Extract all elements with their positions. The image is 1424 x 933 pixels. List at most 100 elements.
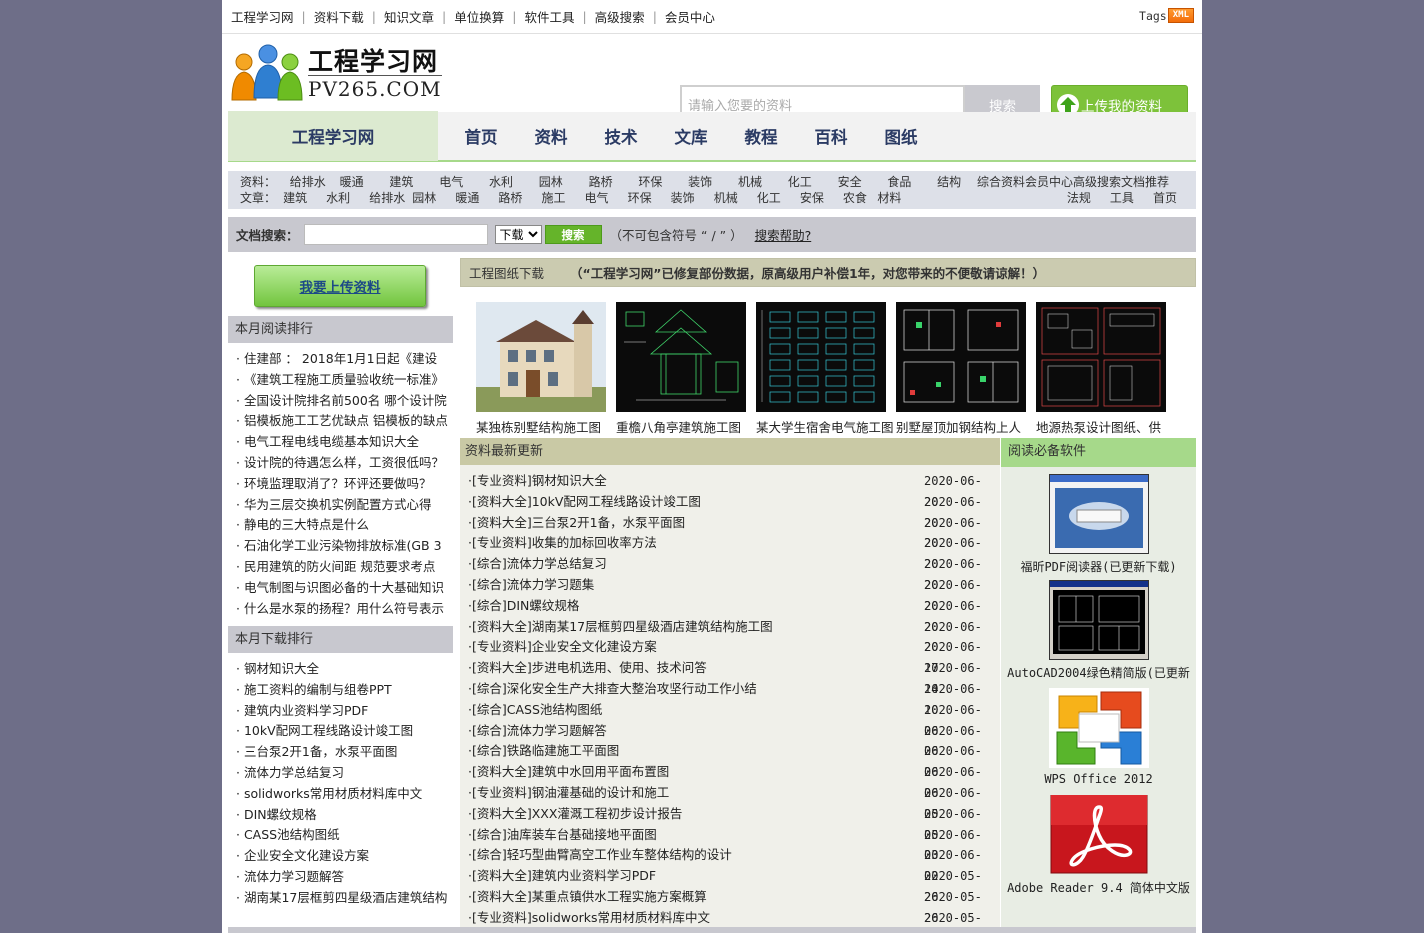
monthly-read-item-link[interactable]: 全国设计院排名前500名 哪个设计院 bbox=[244, 393, 447, 408]
latest-update-row[interactable]: ·[专业资料]企业安全文化建设方案 2020-06-17 bbox=[468, 637, 1000, 675]
pavilion-drawing-image[interactable] bbox=[616, 302, 746, 412]
latest-update-row[interactable]: ·[资料大全]步进电机选用、使用、技术问答 2020-06-14 bbox=[468, 658, 1000, 696]
nav-library[interactable]: 文库 bbox=[664, 124, 718, 148]
category-materials-link[interactable]: 园林 bbox=[539, 174, 589, 190]
category-articles-link[interactable]: 化工 bbox=[757, 190, 800, 206]
search-help-link[interactable]: 搜索帮助? bbox=[755, 225, 812, 244]
autocad-screenshot-icon[interactable] bbox=[1048, 580, 1149, 660]
monthly-download-item[interactable]: · solidworks常用材质材料库中文 bbox=[236, 784, 448, 805]
people-logo-icon[interactable] bbox=[230, 40, 306, 104]
latest-update-row[interactable]: ·[综合]铁路临建施工平面图 2020-06-06 bbox=[468, 741, 1000, 779]
latest-update-title[interactable]: ·[资料大全]10kV配网工程线路设计竣工图 bbox=[468, 492, 924, 513]
latest-update-title[interactable]: ·[综合]流体力学总结复习 bbox=[468, 554, 924, 575]
software-item-foxit[interactable]: 福昕PDF阅读器(已更新下载) bbox=[1001, 474, 1196, 575]
category-articles-link[interactable]: 电气 bbox=[585, 190, 628, 206]
thumbnail-caption[interactable]: 地源热泵设计图纸、供 bbox=[1036, 417, 1174, 436]
software-label[interactable]: Adobe Reader 9.4 简体中文版 bbox=[1001, 879, 1196, 896]
thumbnail-item[interactable]: 重檐八角亭建筑施工图 bbox=[616, 302, 756, 436]
latest-update-title[interactable]: ·[综合]油库装车台基础接地平面图 bbox=[468, 825, 924, 846]
monthly-download-item-link[interactable]: 建筑内业资料学习PDF bbox=[244, 703, 368, 718]
category-materials-link[interactable]: 环保 bbox=[638, 174, 688, 190]
latest-update-row[interactable]: ·[综合]油库装车台基础接地平面图 2020-06-03 bbox=[468, 825, 1000, 863]
category-materials-link[interactable]: 安全 bbox=[838, 174, 888, 190]
villa-roof-steel-drawing-image[interactable] bbox=[896, 302, 1026, 412]
monthly-read-item[interactable]: · 全国设计院排名前500名 哪个设计院 bbox=[236, 391, 448, 412]
site-title[interactable]: 工程学习网 bbox=[308, 42, 438, 78]
monthly-download-item-link[interactable]: 10kV配网工程线路设计竣工图 bbox=[244, 723, 413, 738]
category-articles-link[interactable]: 园林 bbox=[412, 190, 455, 206]
category-articles-link[interactable]: 材料 bbox=[877, 190, 1066, 206]
thumbnail-item[interactable]: 别墅屋顶加钢结构上人 bbox=[896, 302, 1036, 436]
monthly-read-item[interactable]: · 环境监理取消了？环评还要做吗？ bbox=[236, 474, 448, 495]
software-label[interactable]: WPS Office 2012 bbox=[1001, 772, 1196, 786]
monthly-download-item-link[interactable]: 流体力学习题解答 bbox=[244, 869, 344, 884]
software-item-wps[interactable]: WPS Office 2012 bbox=[1001, 688, 1196, 786]
doc-search-button[interactable]: 搜索 bbox=[544, 225, 602, 244]
category-materials-link[interactable]: 路桥 bbox=[589, 174, 639, 190]
monthly-download-item[interactable]: · 流体力学习题解答 bbox=[236, 867, 448, 888]
latest-update-row[interactable]: ·[专业资料]钢材知识大全 2020-06-20 bbox=[468, 471, 1000, 509]
monthly-download-item[interactable]: · 流体力学总结复习 bbox=[236, 763, 448, 784]
latest-update-row[interactable]: ·[综合]DIN螺纹规格 2020-06-20 bbox=[468, 596, 1000, 634]
monthly-read-item[interactable]: · 静电的三大特点是什么 bbox=[236, 515, 448, 536]
wps-office-icon[interactable] bbox=[1048, 688, 1149, 768]
latest-update-title[interactable]: ·[综合]DIN螺纹规格 bbox=[468, 596, 924, 617]
nav-drawings[interactable]: 图纸 bbox=[874, 124, 928, 148]
thumbnail-caption[interactable]: 某独栋别墅结构施工图 bbox=[476, 417, 614, 436]
thumbnail-item[interactable]: 某大学生宿舍电气施工图 bbox=[756, 302, 896, 436]
top-link-member[interactable]: 会员中心 bbox=[665, 7, 715, 26]
latest-update-title[interactable]: ·[资料大全]建筑内业资料学习PDF bbox=[468, 866, 924, 887]
top-link-articles[interactable]: 知识文章 bbox=[384, 7, 434, 26]
main-nav-site[interactable]: 工程学习网 bbox=[228, 111, 438, 161]
monthly-download-item-link[interactable]: 三台泵2开1备，水泵平面图 bbox=[244, 744, 397, 759]
software-label[interactable]: 福昕PDF阅读器(已更新下载) bbox=[1001, 558, 1196, 575]
monthly-read-item-link[interactable]: 什么是水泵的扬程？用什么符号表示 bbox=[244, 601, 444, 616]
category-materials-link[interactable]: 食品 bbox=[887, 174, 937, 190]
top-link-advanced-search[interactable]: 高级搜索 bbox=[595, 7, 645, 26]
latest-update-row[interactable]: ·[资料大全]10kV配网工程线路设计竣工图 2020-06-20 bbox=[468, 492, 1000, 530]
category-articles-link[interactable]: 装饰 bbox=[671, 190, 714, 206]
monthly-download-item[interactable]: · 施工资料的编制与组卷PPT bbox=[236, 680, 448, 701]
monthly-download-item-link[interactable]: 钢材知识大全 bbox=[244, 661, 319, 676]
monthly-download-item[interactable]: · 三台泵2开1备，水泵平面图 bbox=[236, 742, 448, 763]
monthly-download-item-link[interactable]: 企业安全文化建设方案 bbox=[244, 848, 369, 863]
thumbnail-item[interactable]: 某独栋别墅结构施工图 bbox=[476, 302, 616, 436]
monthly-read-item[interactable]: · 设计院的待遇怎么样，工资很低吗？ bbox=[236, 453, 448, 474]
monthly-download-item-link[interactable]: 流体力学总结复习 bbox=[244, 765, 344, 780]
latest-update-title[interactable]: ·[资料大全]三台泵2开1备，水泵平面图 bbox=[468, 513, 924, 534]
dorm-electrical-drawing-image[interactable] bbox=[756, 302, 886, 412]
latest-update-row[interactable]: ·[资料大全]建筑内业资料学习PDF 2020-05-26 bbox=[468, 866, 1000, 904]
category-materials-link[interactable]: 装饰 bbox=[688, 174, 738, 190]
latest-update-title[interactable]: ·[专业资料]企业安全文化建设方案 bbox=[468, 637, 924, 658]
nav-tutorials[interactable]: 教程 bbox=[734, 124, 788, 148]
monthly-read-item[interactable]: · 石油化学工业污染物排放标准(GB 3 bbox=[236, 536, 448, 557]
latest-update-title[interactable]: ·[专业资料]收集的加标回收率方法 bbox=[468, 533, 924, 554]
category-materials-link[interactable]: 电气 bbox=[439, 174, 489, 190]
monthly-read-item[interactable]: · 华为三层交换机实例配置方式心得 bbox=[236, 495, 448, 516]
software-item-autocad[interactable]: AutoCAD2004绿色精简版(已更新 bbox=[1001, 580, 1196, 681]
category-articles-link[interactable]: 水利 bbox=[326, 190, 369, 206]
category-articles-link[interactable]: 安保 bbox=[800, 190, 843, 206]
monthly-read-item[interactable]: · 电气制图与识图必备的十大基础知识 bbox=[236, 578, 448, 599]
top-link-download[interactable]: 资料下载 bbox=[314, 7, 364, 26]
monthly-read-item-link[interactable]: 静电的三大特点是什么 bbox=[244, 517, 369, 532]
drawings-download-title[interactable]: 工程图纸下载 bbox=[469, 263, 544, 282]
top-link-software[interactable]: 软件工具 bbox=[524, 7, 574, 26]
latest-update-row[interactable]: ·[综合]CASS池结构图纸 2020-06-06 bbox=[468, 700, 1000, 738]
nav-tech[interactable]: 技术 bbox=[594, 124, 648, 148]
monthly-read-item[interactable]: · 电气工程电线电缆基本知识大全 bbox=[236, 432, 448, 453]
nav-wiki[interactable]: 百科 bbox=[804, 124, 858, 148]
category-articles-link[interactable]: 法规 bbox=[1067, 190, 1110, 206]
latest-update-row[interactable]: ·[资料大全]建筑中水回用平面布置图 2020-06-06 bbox=[468, 762, 1000, 800]
monthly-read-item-link[interactable]: 设计院的待遇怎么样，工资很低吗？ bbox=[244, 455, 444, 470]
category-materials-link[interactable]: 机械 bbox=[738, 174, 788, 190]
category-materials-link[interactable]: 水利 bbox=[489, 174, 539, 190]
latest-update-row[interactable]: ·[综合]流体力学习题集 2020-06-20 bbox=[468, 575, 1000, 613]
latest-update-row[interactable]: ·[综合]轻巧型曲臂高空工作业车整体结构的设计 2020-06-02 bbox=[468, 845, 1000, 883]
category-materials-link[interactable]: 结构 bbox=[937, 174, 977, 190]
latest-update-row[interactable]: ·[专业资料]钢油灌基础的设计和施工 2020-06-05 bbox=[468, 783, 1000, 821]
monthly-download-item-link[interactable]: 施工资料的编制与组卷PPT bbox=[244, 682, 392, 697]
doc-search-input[interactable] bbox=[303, 224, 488, 245]
monthly-read-item[interactable]: · 铝模板施工工艺优缺点 铝模板的缺点 bbox=[236, 411, 448, 432]
latest-update-row[interactable]: ·[综合]流体力学总结复习 2020-06-20 bbox=[468, 554, 1000, 592]
